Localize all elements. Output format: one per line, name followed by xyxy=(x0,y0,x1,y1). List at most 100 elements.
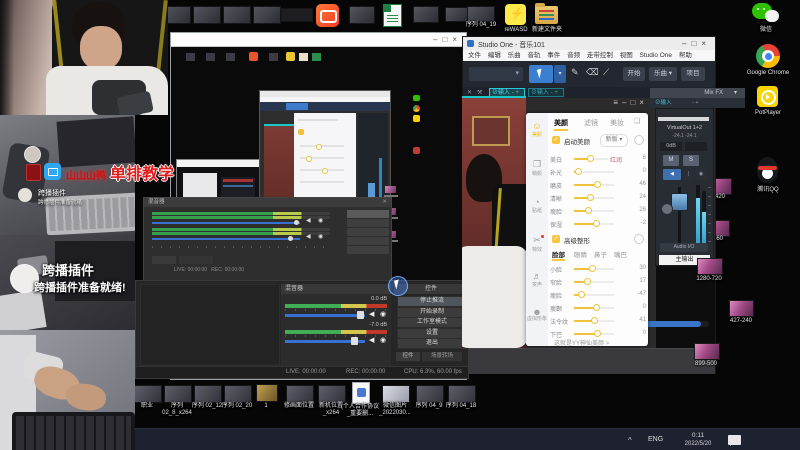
menu-item[interactable]: 编辑 xyxy=(488,52,501,59)
eraser-tool-icon[interactable]: ⌫ xyxy=(586,67,599,78)
enable-beauty-checkbox[interactable]: ✓ xyxy=(552,136,560,144)
speaker-icon[interactable]: ◀ xyxy=(369,336,374,344)
obs-window[interactable]: 混音器 0.0 dB ◀ ◉ -7.0 dB ◀ ◉ 控件 停止推流 开始录制 … xyxy=(135,280,469,379)
file-icon[interactable] xyxy=(286,385,314,403)
video-file-icon[interactable] xyxy=(253,6,281,24)
video-file-icon[interactable] xyxy=(697,258,723,275)
menu-item[interactable]: 文件 xyxy=(468,52,481,59)
gain-value-2[interactable] xyxy=(685,142,707,151)
layout-icon[interactable]: ❏ xyxy=(634,117,640,125)
avatar-tab-icon[interactable]: ☻ 虚拟形象 xyxy=(526,307,548,322)
slider-handle[interactable] xyxy=(594,181,601,188)
file-icon[interactable] xyxy=(164,385,192,403)
record-icon[interactable]: ◉ xyxy=(695,169,707,180)
speaker-icon[interactable]: ◀ xyxy=(369,310,374,318)
volume-slider[interactable] xyxy=(152,222,300,224)
slider-handle[interactable] xyxy=(591,317,598,324)
slider-handle[interactable] xyxy=(585,207,592,214)
fader-cap[interactable] xyxy=(671,193,688,211)
video-file-icon[interactable] xyxy=(223,6,251,24)
slider-handle[interactable] xyxy=(288,236,293,241)
speaker-icon[interactable]: ◀ xyxy=(306,233,311,240)
studio-mode-button[interactable]: 工作室模式 xyxy=(397,317,467,328)
mute-button[interactable]: M xyxy=(663,155,679,166)
file-icon[interactable] xyxy=(134,385,162,403)
potplayer-icon[interactable] xyxy=(757,86,778,107)
window-controls[interactable]: –□× xyxy=(433,35,462,44)
chrome-icon[interactable] xyxy=(756,44,780,68)
slider-handle[interactable] xyxy=(357,311,364,319)
start-recording-button[interactable]: 开始录制 xyxy=(397,306,467,318)
menu-item[interactable]: 帮助 xyxy=(679,52,692,59)
gear-icon[interactable]: ◉ xyxy=(318,217,323,224)
folder-icon[interactable] xyxy=(535,3,558,24)
panel-tab[interactable] xyxy=(179,256,213,264)
paint-tool-icon[interactable]: ✎ xyxy=(571,67,579,78)
project-button[interactable]: 项目 xyxy=(681,67,705,81)
slider-handle[interactable] xyxy=(593,220,600,227)
advanced-reshape-checkbox[interactable]: ✓ xyxy=(552,235,560,243)
studio-one-titlebar[interactable]: Studio One - 音乐101 –□× xyxy=(463,37,715,51)
language-indicator[interactable]: ENG xyxy=(648,436,663,443)
document-file-icon[interactable] xyxy=(352,382,370,404)
video-file-icon[interactable] xyxy=(281,8,313,22)
video-file-icon-seq0419[interactable] xyxy=(467,6,495,22)
tab-beauty[interactable]: 美颜 xyxy=(554,118,568,131)
arrow-tool-button[interactable] xyxy=(529,65,553,83)
file-icon[interactable] xyxy=(448,385,476,403)
huya-app-icon[interactable] xyxy=(316,4,339,27)
tab-filter[interactable]: 滤镜 xyxy=(584,118,598,128)
beauty-window-controls[interactable]: ≡–□× xyxy=(590,98,648,111)
audio-io-button[interactable]: Audio I/O xyxy=(660,243,708,252)
file-icon[interactable] xyxy=(318,385,346,403)
h-scrollbar-thumb[interactable] xyxy=(641,321,701,327)
file-icon[interactable] xyxy=(194,385,222,403)
volume-slider[interactable] xyxy=(152,238,300,240)
pan-knob[interactable] xyxy=(661,203,673,215)
subtab-face[interactable]: 脸部 xyxy=(552,249,565,261)
subtab-nose[interactable]: 鼻子 xyxy=(594,249,607,259)
clock[interactable]: 0:11 2022/5/20 xyxy=(676,432,720,448)
video-file-icon[interactable] xyxy=(729,300,754,317)
menubar[interactable]: 文件 编辑 乐曲 音轨 事件 音频 走带控制 视图 Studio One 帮助 xyxy=(463,50,715,61)
panel-tab[interactable] xyxy=(152,256,176,264)
notification-center-icon[interactable] xyxy=(728,435,741,446)
mic-icon[interactable]: | xyxy=(684,169,693,180)
arrow-tool-dropdown[interactable]: ▾ xyxy=(554,65,566,83)
capture-window-titlebar[interactable]: –□× xyxy=(171,33,466,47)
scene-transition-tab[interactable]: 场景转场 xyxy=(422,352,462,361)
slider-handle[interactable] xyxy=(593,304,600,311)
speaker-icon[interactable]: ◀ xyxy=(306,217,311,224)
image-file-icon[interactable] xyxy=(382,385,410,403)
menu-item[interactable]: 乐曲 xyxy=(508,52,521,59)
gear-icon[interactable]: ◉ xyxy=(380,310,386,318)
gain-value[interactable]: 0dB xyxy=(660,142,682,151)
slider-handle[interactable] xyxy=(575,168,582,175)
file-icon[interactable] xyxy=(416,385,444,403)
menu-item[interactable]: 事件 xyxy=(547,52,560,59)
video-file-icon[interactable] xyxy=(445,7,468,22)
slider-handle[interactable] xyxy=(594,330,601,337)
slider-handle[interactable] xyxy=(294,220,299,225)
mixer-panel-header[interactable]: 混音器 xyxy=(281,284,391,294)
file-icon[interactable] xyxy=(224,385,252,403)
slider-handle[interactable] xyxy=(589,265,596,272)
exit-button[interactable]: 退出 xyxy=(397,338,467,349)
video-file-icon[interactable] xyxy=(349,6,375,24)
spreadsheet-file-icon[interactable] xyxy=(383,4,402,27)
sticker-tab-icon[interactable]: ◔ 贴纸 xyxy=(526,197,548,214)
stop-streaming-button[interactable]: 停止推流 xyxy=(397,296,467,307)
slider-handle[interactable] xyxy=(578,291,585,298)
video-file-icon[interactable] xyxy=(413,6,439,23)
webcam-preview[interactable] xyxy=(462,96,526,348)
volume-slider[interactable] xyxy=(285,314,365,317)
effects-tab-icon[interactable]: ✂ 特效 xyxy=(526,235,548,253)
close-icon[interactable]: ✕ xyxy=(382,198,387,207)
menu-item[interactable]: 音频 xyxy=(567,52,580,59)
mixfx-header[interactable]: Mix FX ▾ xyxy=(650,88,745,98)
settings-button[interactable]: 设置 xyxy=(397,327,467,339)
file-icon[interactable] xyxy=(256,384,278,402)
beauty-footer-link[interactable]: 这就是YY神仙美颜 > xyxy=(554,338,609,347)
voice-tab-icon[interactable]: ♬ 变声 xyxy=(526,271,548,288)
floating-mixer-titlebar[interactable]: 混音器 ✕ xyxy=(144,198,391,207)
